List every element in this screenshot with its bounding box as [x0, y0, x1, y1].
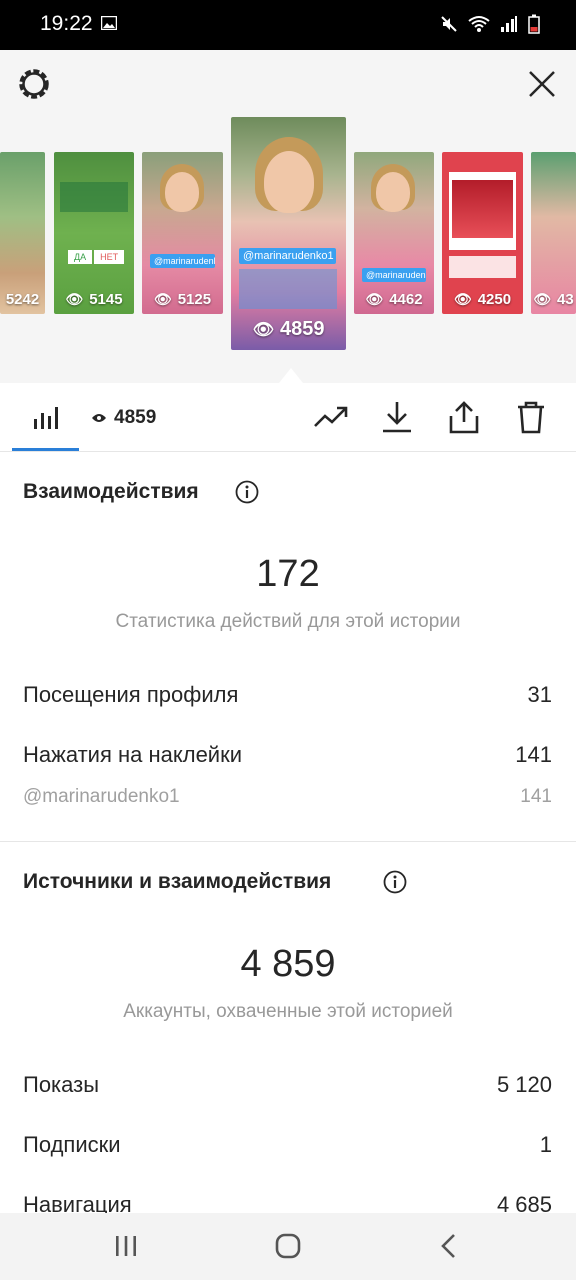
- sticker-taps-value: 141: [515, 742, 552, 767]
- story-thumbnail[interactable]: @marinarudenko1 👁 5125: [142, 152, 223, 314]
- eye-icon: 👁: [453, 291, 472, 307]
- battery-icon: [528, 14, 540, 34]
- signal-icon: [501, 16, 517, 32]
- story-thumbnail[interactable]: @marinarudenko1 👁 4462: [354, 152, 434, 314]
- discovery-title: Источники и взаимодействия: [23, 870, 332, 893]
- eye-icon: 👁: [365, 291, 384, 307]
- story-thumbnail[interactable]: 👁 4250: [442, 152, 523, 314]
- sticker-taps-label: Нажатия на наклейки: [23, 742, 243, 767]
- poll-yes: ДА: [68, 250, 93, 264]
- gallery-icon: [101, 16, 117, 30]
- home-icon[interactable]: [275, 1233, 301, 1259]
- story-thumbnail[interactable]: ДА НЕТ 👁 5145: [54, 152, 134, 314]
- story-thumbnail[interactable]: 5242: [0, 152, 45, 314]
- section-divider: [0, 841, 576, 842]
- back-icon[interactable]: [438, 1233, 460, 1259]
- delete-trash-icon[interactable]: [516, 400, 546, 434]
- viewer-count: 4859: [114, 407, 157, 428]
- bar-chart-icon: [34, 407, 58, 429]
- recents-icon[interactable]: [114, 1233, 138, 1259]
- follows-label: Подписки: [23, 1132, 121, 1157]
- eye-icon: [92, 414, 106, 422]
- eye-icon: 👁: [252, 319, 275, 339]
- impressions-label: Показы: [23, 1072, 100, 1097]
- settings-gear-icon[interactable]: [16, 66, 52, 102]
- profile-visits-label: Посещения профиля: [23, 682, 239, 707]
- follows-value: 1: [539, 1132, 552, 1157]
- story-thumbnail-selected[interactable]: @marinarudenko1 👁 4859: [231, 117, 346, 350]
- story-views: 5125: [177, 291, 212, 308]
- tab-viewers[interactable]: 4859: [92, 407, 156, 429]
- eye-icon: 👁: [533, 291, 552, 307]
- selected-pointer: [279, 368, 303, 383]
- discovery-total: 4 859: [240, 943, 336, 985]
- sticker-mention-value: 141: [520, 786, 552, 807]
- mention-tag: @marinarudenko1: [150, 254, 215, 268]
- story-carousel: 5242 ДА НЕТ 👁5145 @marinarudenko1 👁5125 …: [0, 50, 576, 383]
- sticker-mention-label: @marinarudenko1: [23, 786, 180, 807]
- wifi-icon: [468, 16, 490, 32]
- story-views: 4859: [280, 318, 325, 340]
- insights-toolbar: 4859: [0, 383, 576, 452]
- story-thumbnail[interactable]: 👁 43: [531, 152, 576, 314]
- story-views: 5242: [5, 291, 40, 308]
- story-views: 43: [557, 291, 574, 308]
- interactions-caption: Статистика действий для этой истории: [115, 611, 461, 632]
- status-bar: 19:22: [0, 0, 576, 50]
- tab-insights[interactable]: [12, 383, 79, 451]
- story-views: 4462: [389, 291, 423, 308]
- interactions-title: Взаимодействия: [23, 480, 199, 503]
- download-icon[interactable]: [381, 400, 413, 434]
- mention-tag: @marinarudenko1: [239, 248, 336, 264]
- discovery-caption: Аккаунты, охваченные этой историей: [123, 1001, 453, 1022]
- info-icon[interactable]: [383, 870, 407, 894]
- impressions-value: 5 120: [496, 1072, 552, 1097]
- info-icon[interactable]: [235, 480, 259, 504]
- share-icon[interactable]: [448, 400, 480, 434]
- story-views: 4250: [477, 291, 512, 308]
- promote-trend-icon[interactable]: [313, 400, 349, 434]
- mention-tag: @marinarudenko1: [362, 268, 426, 282]
- close-icon[interactable]: [527, 69, 557, 99]
- system-nav-bar: [0, 1213, 576, 1280]
- eye-icon: 👁: [153, 291, 172, 307]
- status-time: 19:22: [40, 12, 93, 35]
- interactions-total: 172: [256, 553, 320, 595]
- poll-no: НЕТ: [94, 250, 125, 264]
- story-views: 5145: [89, 291, 123, 308]
- status-icons: [440, 14, 540, 34]
- mute-icon: [441, 16, 457, 32]
- profile-visits-value: 31: [527, 682, 552, 707]
- eye-icon: 👁: [65, 291, 84, 307]
